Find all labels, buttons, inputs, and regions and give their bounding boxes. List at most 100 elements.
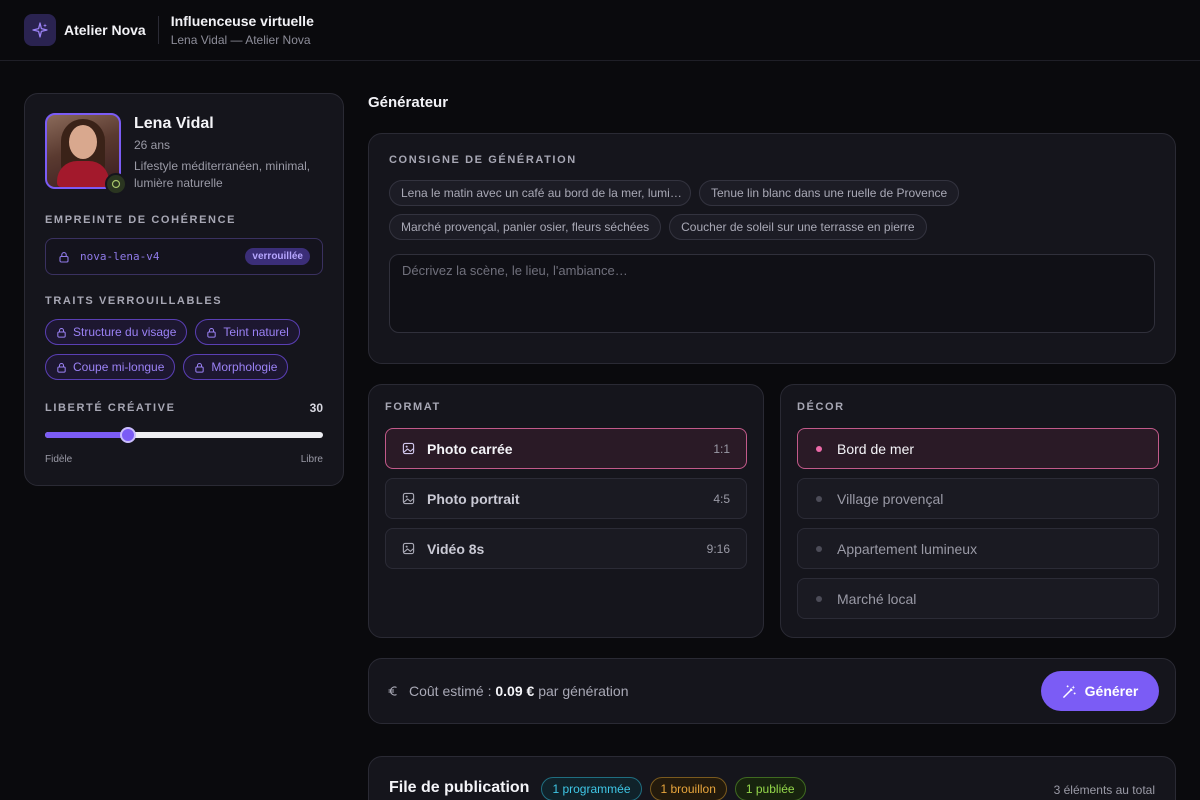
avatar xyxy=(45,113,127,195)
radio-dot-icon xyxy=(816,545,822,552)
trait-face-structure[interactable]: Structure du visage xyxy=(45,319,188,345)
format-ratio: 1:1 xyxy=(713,441,730,456)
fingerprint-status-badge: verrouillée xyxy=(245,248,310,265)
avatar-face xyxy=(69,125,97,159)
cost-estimate: Coût estimé : 0.09 € par génération xyxy=(409,683,1041,699)
prompt-input[interactable] xyxy=(389,254,1155,333)
avatar-body xyxy=(57,161,109,187)
freedom-header: LIBERTÉ CRÉATIVE 30 xyxy=(45,401,323,415)
prompt-panel: CONSIGNE DE GÉNÉRATION Lena le matin ave… xyxy=(368,133,1176,364)
trait-label: Teint naturel xyxy=(223,325,289,339)
image-icon xyxy=(402,542,415,555)
decor-label-text: Marché local xyxy=(837,590,917,607)
freedom-min-label: Fidèle xyxy=(45,454,73,465)
radio-dot-icon xyxy=(816,445,822,452)
trait-label: Structure du visage xyxy=(73,325,177,339)
page-subtitle: Lena Vidal — Atelier Nova xyxy=(170,33,311,47)
traits-list: Structure du visage Teint naturel Coupe … xyxy=(45,319,327,380)
format-label-text: Photo portrait xyxy=(427,490,520,507)
decor-option-market[interactable]: Marché local xyxy=(797,578,1159,619)
fingerprint-code: nova-lena-v4 xyxy=(80,250,160,263)
format-option-square[interactable]: Photo carrée 1:1 xyxy=(385,428,747,469)
generate-label: Générer xyxy=(1084,683,1139,699)
decor-label: DÉCOR xyxy=(797,401,845,413)
freedom-slider-thumb[interactable] xyxy=(120,427,137,443)
persona-card: Lena Vidal 26 ans Lifestyle méditerranée… xyxy=(24,93,344,486)
decor-option-seaside[interactable]: Bord de mer xyxy=(797,428,1159,469)
header-divider xyxy=(157,16,159,44)
magic-wand-icon xyxy=(1062,684,1077,699)
verified-badge-icon xyxy=(105,173,127,195)
decor-label-text: Village provençal xyxy=(837,490,944,507)
format-label-text: Photo carrée xyxy=(427,440,513,457)
badge-draft[interactable]: 1 brouillon xyxy=(649,777,727,800)
persona-age: 26 ans xyxy=(134,138,171,152)
format-option-portrait[interactable]: Photo portrait 4:5 xyxy=(385,478,747,519)
persona-info: Lena Vidal 26 ans Lifestyle méditerranée… xyxy=(134,113,314,192)
cost-prefix: Coût estimé : xyxy=(409,683,496,699)
image-icon xyxy=(402,442,415,455)
generate-button[interactable]: Générer xyxy=(1041,671,1159,711)
radio-dot-icon xyxy=(816,495,822,502)
prompt-suggestions: Lena le matin avec un café au bord de la… xyxy=(389,180,969,240)
suggestion-chip[interactable]: Tenue lin blanc dans une ruelle de Prove… xyxy=(699,180,960,206)
lock-icon xyxy=(56,362,67,373)
cost-suffix: par génération xyxy=(534,683,629,699)
cost-value: 0.09 € xyxy=(495,683,535,699)
freedom-slider-fill xyxy=(45,432,129,438)
cost-panel: Coût estimé : 0.09 € par génération Géné… xyxy=(368,658,1176,724)
decor-panel: DÉCOR Bord de mer Village provençal Appa… xyxy=(780,384,1176,638)
image-icon xyxy=(402,492,415,505)
brand-name: Atelier Nova xyxy=(64,22,146,38)
decor-options: Bord de mer Village provençal Appartemen… xyxy=(797,428,1159,619)
persona-description: Lifestyle méditerranéen, minimal, lumièr… xyxy=(134,159,311,190)
fingerprint-label: EMPREINTE DE COHÉRENCE xyxy=(45,214,237,226)
trait-label: Morphologie xyxy=(211,360,278,374)
euro-icon xyxy=(387,685,399,697)
lock-icon xyxy=(56,327,67,338)
freedom-ends: Fidèle Libre xyxy=(45,454,323,465)
freedom-slider[interactable] xyxy=(45,427,323,443)
decor-option-village[interactable]: Village provençal xyxy=(797,478,1159,519)
lock-icon xyxy=(58,251,70,263)
queue-total: 3 éléments au total xyxy=(1053,783,1155,797)
format-option-video[interactable]: Vidéo 8s 9:16 xyxy=(385,528,747,569)
decor-label-text: Bord de mer xyxy=(837,440,915,457)
freedom-value: 30 xyxy=(309,401,323,415)
traits-label: TRAITS VERROUILLABLES xyxy=(45,295,223,307)
suggestion-chip[interactable]: Lena le matin avec un café au bord de la… xyxy=(389,180,691,206)
suggestion-chip[interactable]: Marché provençal, panier osier, fleurs s… xyxy=(389,214,662,240)
format-options: Photo carrée 1:1 Photo portrait 4:5 Vidé… xyxy=(385,428,747,569)
format-panel: FORMAT Photo carrée 1:1 Photo portrait 4… xyxy=(368,384,764,638)
trait-label: Coupe mi-longue xyxy=(73,360,165,374)
decor-option-apartment[interactable]: Appartement lumineux xyxy=(797,528,1159,569)
trait-natural-tone[interactable]: Teint naturel xyxy=(195,319,300,345)
lock-icon xyxy=(194,362,205,373)
radio-dot-icon xyxy=(816,595,822,602)
header-titles: Influenceuse virtuelle Lena Vidal — Atel… xyxy=(171,13,314,47)
trait-morphology[interactable]: Morphologie xyxy=(183,354,289,380)
fingerprint-field[interactable]: nova-lena-v4 verrouillée xyxy=(45,238,323,275)
decor-label-text: Appartement lumineux xyxy=(837,540,978,557)
freedom-label: LIBERTÉ CRÉATIVE xyxy=(45,402,176,414)
page-title: Influenceuse virtuelle xyxy=(170,13,314,29)
lock-icon xyxy=(206,327,217,338)
freedom-max-label: Libre xyxy=(300,454,323,465)
generator-title: Générateur xyxy=(368,94,449,111)
format-label-text: Vidéo 8s xyxy=(427,540,485,557)
format-ratio: 4:5 xyxy=(713,491,730,506)
queue-badges: 1 programmée 1 brouillon 1 publiée xyxy=(541,777,806,800)
publication-queue-panel: File de publication 1 programmée 1 broui… xyxy=(368,756,1176,800)
format-ratio: 9:16 xyxy=(706,541,730,556)
top-bar: Atelier Nova Influenceuse virtuelle Lena… xyxy=(0,0,1200,61)
persona-header: Lena Vidal 26 ans Lifestyle méditerranée… xyxy=(45,113,323,195)
queue-title: File de publication xyxy=(389,779,530,796)
suggestion-chip[interactable]: Coucher de soleil sur une terrasse en pi… xyxy=(669,214,927,240)
trait-mid-length-cut[interactable]: Coupe mi-longue xyxy=(45,354,176,380)
badge-scheduled[interactable]: 1 programmée xyxy=(541,777,642,800)
format-label: FORMAT xyxy=(385,401,441,413)
badge-published[interactable]: 1 publiée xyxy=(734,777,806,800)
sparkles-icon xyxy=(24,14,56,46)
persona-name: Lena Vidal xyxy=(134,115,214,132)
prompt-label: CONSIGNE DE GÉNÉRATION xyxy=(389,154,577,166)
